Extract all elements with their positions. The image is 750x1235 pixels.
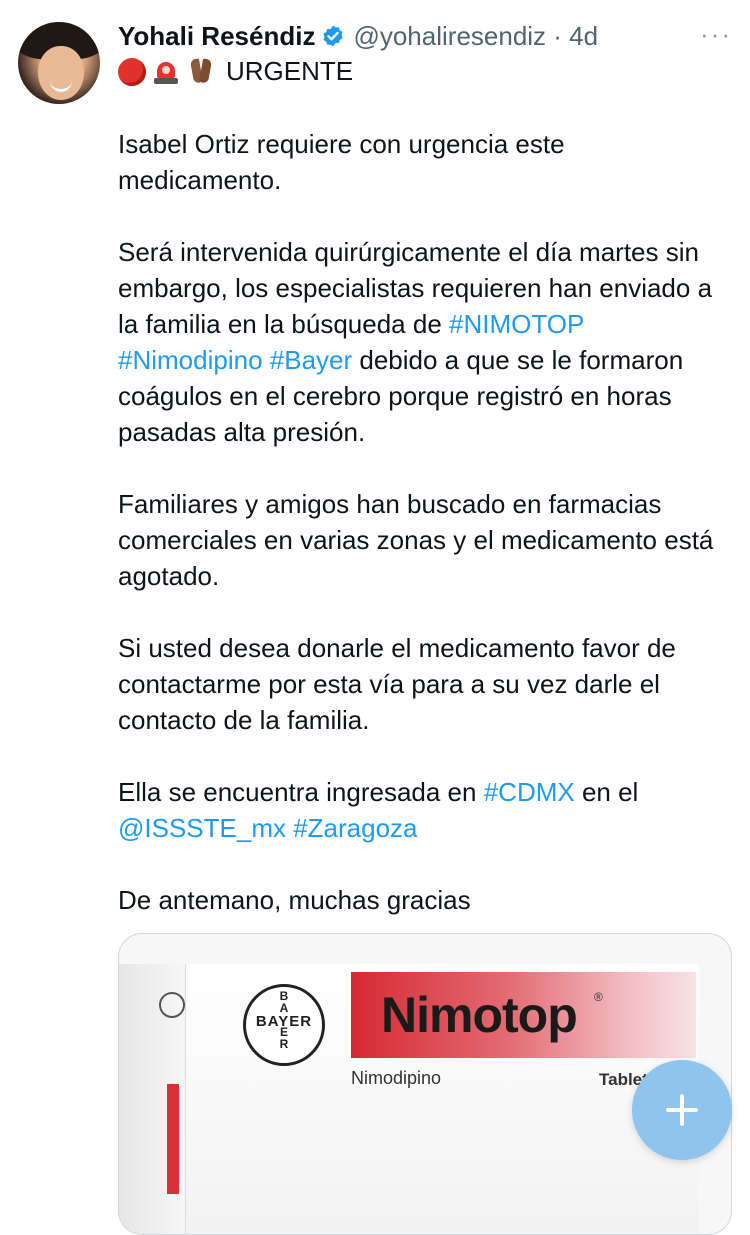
tweet-text: Ella se encuentra ingresada en [118, 777, 484, 807]
more-options-icon[interactable]: ··· [700, 21, 732, 47]
tweet-paragraph: Isabel Ortiz requiere con urgencia este … [118, 126, 730, 198]
tweet-title: URGENTE [226, 56, 354, 86]
side-logo-icon [159, 992, 185, 1018]
hashtag-link[interactable]: #CDMX [484, 777, 575, 807]
police-light-emoji [152, 58, 180, 86]
tweet-text: Familiares y amigos han buscado en farma… [118, 489, 714, 591]
tweet-header: Yohali Reséndiz @yohaliresendiz · 4d [118, 18, 730, 54]
tweet-text: Será intervenida quirúrgicamente el día … [118, 237, 713, 339]
generic-name: Nimodipino [351, 1068, 442, 1088]
tweet-title-line: URGENTE [118, 56, 353, 87]
hashtag-link[interactable]: #Bayer [270, 345, 352, 375]
tweet-body: Isabel Ortiz requiere con urgencia este … [118, 126, 730, 954]
hashtag-link[interactable]: #Zaragoza [293, 813, 417, 843]
folded-hands-emoji [186, 57, 216, 87]
hashtag-link[interactable]: @ISSSTE_mx [118, 813, 286, 843]
tweet-paragraph: Ella se encuentra ingresada en #CDMX en … [118, 774, 730, 846]
tweet-paragraph: Familiares y amigos han buscado en farma… [118, 486, 730, 594]
verified-badge-icon [323, 25, 343, 47]
registered-mark: ® [594, 990, 603, 1004]
hashtag-link[interactable]: #Nimodipino [118, 345, 263, 375]
tweet-text: De antemano, muchas gracias [118, 885, 471, 915]
author-handle-time[interactable]: @yohaliresendiz · 4d [353, 21, 598, 52]
plus-icon [666, 1094, 698, 1126]
bayer-logo: BA ER BAYER [243, 984, 325, 1066]
side-red-stripe [167, 1084, 179, 1194]
tweet-text: Isabel Ortiz requiere con urgencia este … [118, 129, 565, 195]
tweet-paragraph: De antemano, muchas gracias [118, 882, 730, 918]
red-circle-emoji [118, 57, 146, 86]
author-avatar[interactable] [18, 22, 100, 104]
tweet-text: en el [574, 777, 639, 807]
bayer-logo-horizontal: BAYER [255, 1013, 313, 1030]
author-name[interactable]: Yohali Reséndiz [118, 21, 315, 52]
tweet-text [263, 345, 270, 375]
hashtag-link[interactable]: #NIMOTOP [449, 309, 584, 339]
bayer-letter: R [279, 1037, 289, 1051]
compose-button[interactable] [632, 1060, 732, 1160]
tweet-paragraph: Si usted desea donarle el medicamento fa… [118, 630, 730, 738]
tweet-text: Si usted desea donarle el medicamento fa… [118, 633, 676, 735]
brand-name: Nimotop [381, 987, 578, 1043]
tweet-paragraph: Será intervenida quirúrgicamente el día … [118, 234, 730, 450]
